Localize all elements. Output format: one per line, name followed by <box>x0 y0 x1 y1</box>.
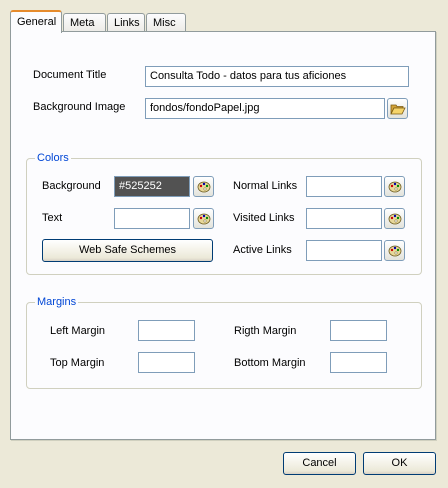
bottom-margin-input[interactable] <box>330 352 387 373</box>
text-color-picker[interactable] <box>193 208 214 229</box>
normal-links-color-picker[interactable] <box>384 176 405 197</box>
color-palette-icon <box>388 181 401 192</box>
margins-legend: Margins <box>35 296 79 308</box>
colors-legend: Colors <box>35 152 71 164</box>
normal-links-label: Normal Links <box>233 180 298 192</box>
tab-meta[interactable]: Meta <box>63 13 106 32</box>
right-margin-input[interactable] <box>330 320 387 341</box>
tab-general[interactable]: General <box>10 10 62 33</box>
tab-misc[interactable]: Misc <box>146 13 186 32</box>
right-margin-label: Rigth Margin <box>234 325 297 337</box>
visited-links-label: Visited Links <box>233 212 295 224</box>
color-palette-icon <box>197 181 210 192</box>
tab-links[interactable]: Links <box>107 13 145 32</box>
color-palette-icon <box>388 213 401 224</box>
general-tab-panel: Document Title Consulta Todo - datos par… <box>10 31 436 440</box>
margins-group: Margins Left Margin Top Margin Rigth Mar… <box>26 296 422 389</box>
active-links-color-picker[interactable] <box>384 240 405 261</box>
top-margin-input[interactable] <box>138 352 195 373</box>
color-palette-icon <box>197 213 210 224</box>
folder-open-icon <box>389 104 406 114</box>
active-links-input[interactable] <box>306 240 382 261</box>
left-margin-input[interactable] <box>138 320 195 341</box>
cancel-button[interactable]: Cancel <box>283 452 356 475</box>
bottom-margin-label: Bottom Margin <box>234 357 306 369</box>
ok-button[interactable]: OK <box>363 452 436 475</box>
visited-links-color-picker[interactable] <box>384 208 405 229</box>
normal-links-input[interactable] <box>306 176 382 197</box>
color-palette-icon <box>388 245 401 256</box>
left-margin-label: Left Margin <box>50 325 106 337</box>
visited-links-input[interactable] <box>306 208 382 229</box>
text-color-input[interactable] <box>114 208 190 229</box>
background-color-picker[interactable] <box>193 176 214 197</box>
active-links-label: Active Links <box>233 244 292 256</box>
background-color-input[interactable]: #525252 <box>114 176 190 197</box>
document-title-input[interactable]: Consulta Todo - datos para tus aficiones <box>145 66 409 87</box>
background-color-label: Background <box>42 180 101 192</box>
top-margin-label: Top Margin <box>50 357 105 369</box>
background-image-input[interactable]: fondos/fondoPapel.jpg <box>145 98 385 119</box>
background-image-label: Background Image <box>33 101 126 113</box>
text-color-label: Text <box>42 212 63 224</box>
colors-group: Colors Background #525252 Text Web Safe … <box>26 152 422 275</box>
web-safe-schemes-button[interactable]: Web Safe Schemes <box>42 239 213 262</box>
document-title-label: Document Title <box>33 69 107 81</box>
browse-folder-button[interactable] <box>387 98 408 119</box>
